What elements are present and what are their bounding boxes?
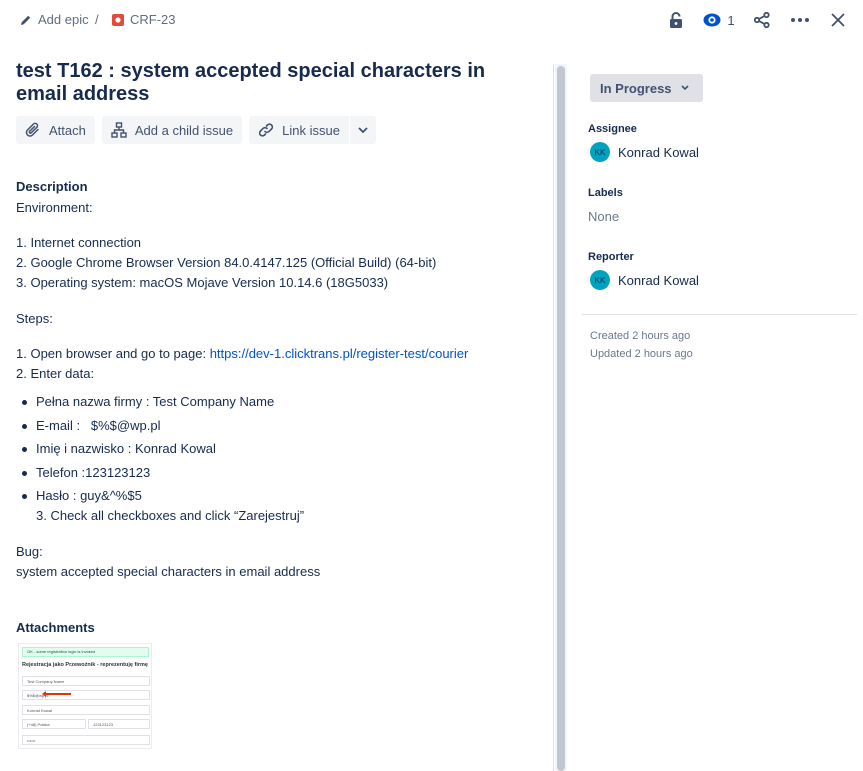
- data-list-item: Pełna nazwa firmy : Test Company Name: [22, 394, 274, 410]
- chevron-down-icon: [681, 85, 689, 90]
- add-child-issue-button[interactable]: Add a child issue: [101, 116, 243, 144]
- data-list-item: Imię i nazwisko : Konrad Kowal: [22, 441, 216, 457]
- pencil-icon: [21, 15, 31, 25]
- thumbnail-field: Test Company Name: [22, 676, 150, 686]
- link-issue-button[interactable]: Link issue: [249, 116, 349, 144]
- chevron-down-icon: [358, 127, 368, 133]
- paperclip-icon: [25, 122, 39, 137]
- watch-button[interactable]: 1: [699, 10, 739, 30]
- add-epic-link[interactable]: Add epic: [20, 12, 89, 27]
- header-actions: 1: [653, 10, 853, 30]
- attachments-heading: Attachments: [16, 620, 95, 635]
- data-list-item: Telefon :123123123: [22, 465, 150, 481]
- reporter-field[interactable]: KK Konrad Kowal: [590, 270, 699, 290]
- thumbnail-title: Rejestracja jako Przewoźnik - reprezentu…: [22, 662, 148, 668]
- description-heading: Description: [16, 179, 88, 194]
- assignee-label: Assignee: [588, 123, 637, 135]
- thumbnail-field: (+48) Polska: [22, 719, 86, 729]
- scrollbar-thumb[interactable]: [557, 66, 565, 771]
- share-button[interactable]: [747, 10, 777, 30]
- issue-key-link[interactable]: CRF-23: [112, 12, 176, 27]
- labels-value[interactable]: None: [588, 209, 619, 224]
- breadcrumb-separator: /: [95, 12, 99, 27]
- step-1-text: 1. Open browser and go to page:: [16, 346, 210, 361]
- assignee-field[interactable]: KK Konrad Kowal: [590, 142, 699, 162]
- avatar: KK: [590, 270, 610, 290]
- reporter-label: Reporter: [588, 251, 634, 263]
- env-item: 1. Internet connection: [16, 235, 142, 250]
- add-epic-label: Add epic: [38, 12, 89, 27]
- environment-label: Environment:: [16, 200, 93, 215]
- thumbnail-field: ••••••: [22, 735, 150, 745]
- status-dropdown[interactable]: In Progress: [590, 74, 703, 102]
- issue-key: CRF-23: [130, 12, 176, 27]
- link-icon: [259, 123, 274, 137]
- thumbnail-field: Konrad Kowal: [22, 705, 150, 715]
- data-list-item: Hasło : guy&^%$5: [22, 488, 142, 504]
- assignee-name: Konrad Kowal: [618, 144, 699, 160]
- add-child-issue-label: Add a child issue: [134, 122, 234, 138]
- hierarchy-icon: [111, 122, 127, 138]
- step-2: 2. Enter data:: [16, 366, 95, 381]
- created-timestamp: Created 2 hours ago: [590, 330, 691, 342]
- eye-icon: [703, 13, 721, 27]
- bug-type-icon: [112, 13, 124, 26]
- attach-label: Attach: [49, 122, 86, 138]
- status-label: In Progress: [600, 80, 672, 96]
- watch-count: 1: [727, 12, 735, 28]
- bug-label: Bug:: [16, 544, 43, 559]
- more-actions-button[interactable]: [785, 10, 815, 30]
- close-button[interactable]: [823, 10, 853, 30]
- panel-divider: [553, 64, 554, 771]
- data-list-item: E-mail : $%$@wp.pl: [22, 418, 160, 434]
- red-arrow-annotation: [42, 691, 71, 697]
- link-issue-label: Link issue: [282, 122, 340, 138]
- share-icon: [754, 12, 770, 28]
- register-page-link[interactable]: https://dev-1.clicktrans.pl/register-tes…: [210, 346, 469, 361]
- sidebar-divider: [582, 314, 857, 315]
- thumbnail-field: 123123123: [88, 719, 150, 729]
- labels-label: Labels: [588, 187, 623, 199]
- issue-actions: Attach Add a child issue Link issue: [16, 116, 536, 144]
- lock-button[interactable]: [661, 10, 691, 30]
- close-icon: [831, 13, 845, 27]
- issue-header-bar: Add epic / CRF-23 1: [0, 0, 863, 40]
- step-1: 1. Open browser and go to page: https://…: [16, 346, 468, 362]
- more-icon: [791, 18, 809, 22]
- lock-icon: [670, 12, 682, 28]
- link-issue-dropdown[interactable]: [349, 116, 376, 144]
- attach-button[interactable]: Attach: [16, 116, 95, 144]
- updated-timestamp: Updated 2 hours ago: [590, 348, 693, 360]
- step-3: 3. Check all checkboxes and click “Zarej…: [36, 508, 305, 523]
- env-item: 2. Google Chrome Browser Version 84.0.41…: [16, 255, 437, 270]
- issue-main-panel: test T162 : system accepted special char…: [16, 60, 536, 144]
- reporter-name: Konrad Kowal: [618, 272, 699, 288]
- steps-label: Steps:: [16, 311, 53, 326]
- attachment-thumbnail[interactable]: OK - some registration logic is invoked …: [18, 643, 152, 749]
- env-item: 3. Operating system: macOS Mojave Versio…: [16, 275, 389, 290]
- thumbnail-alert: OK - some registration logic is invoked: [22, 647, 149, 657]
- issue-title[interactable]: test T162 : system accepted special char…: [16, 60, 526, 106]
- avatar: KK: [590, 142, 610, 162]
- bug-text: system accepted special characters in em…: [16, 564, 321, 579]
